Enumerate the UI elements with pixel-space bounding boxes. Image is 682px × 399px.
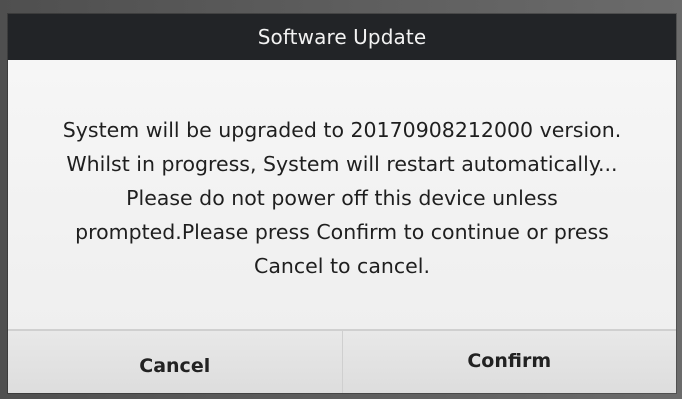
dialog-message-area: System will be upgraded to 2017090821200… <box>8 60 676 330</box>
confirm-button[interactable]: Confirm <box>342 330 676 393</box>
software-update-dialog: Software Update System will be upgraded … <box>8 14 676 393</box>
message-line-4: prompted.Please press Confirm to continu… <box>75 219 609 244</box>
message-line-3: Please do not power off this device unle… <box>126 185 558 210</box>
dialog-title: Software Update <box>257 25 427 49</box>
confirm-button-label: Confirm <box>467 350 552 372</box>
dialog-button-row: Cancel Confirm <box>8 330 676 393</box>
cancel-button[interactable]: Cancel <box>8 330 343 393</box>
message-line-2: Whilst in progress, System will restart … <box>66 151 618 176</box>
message-line-1: System will be upgraded to 2017090821200… <box>62 117 622 142</box>
message-line-5: Cancel to cancel. <box>254 253 430 278</box>
dialog-title-bar: Software Update <box>8 14 676 60</box>
cancel-button-label: Cancel <box>139 355 211 377</box>
dialog-message: System will be upgraded to 2017090821200… <box>63 113 621 283</box>
device-screen: Software Update System will be upgraded … <box>0 0 682 399</box>
